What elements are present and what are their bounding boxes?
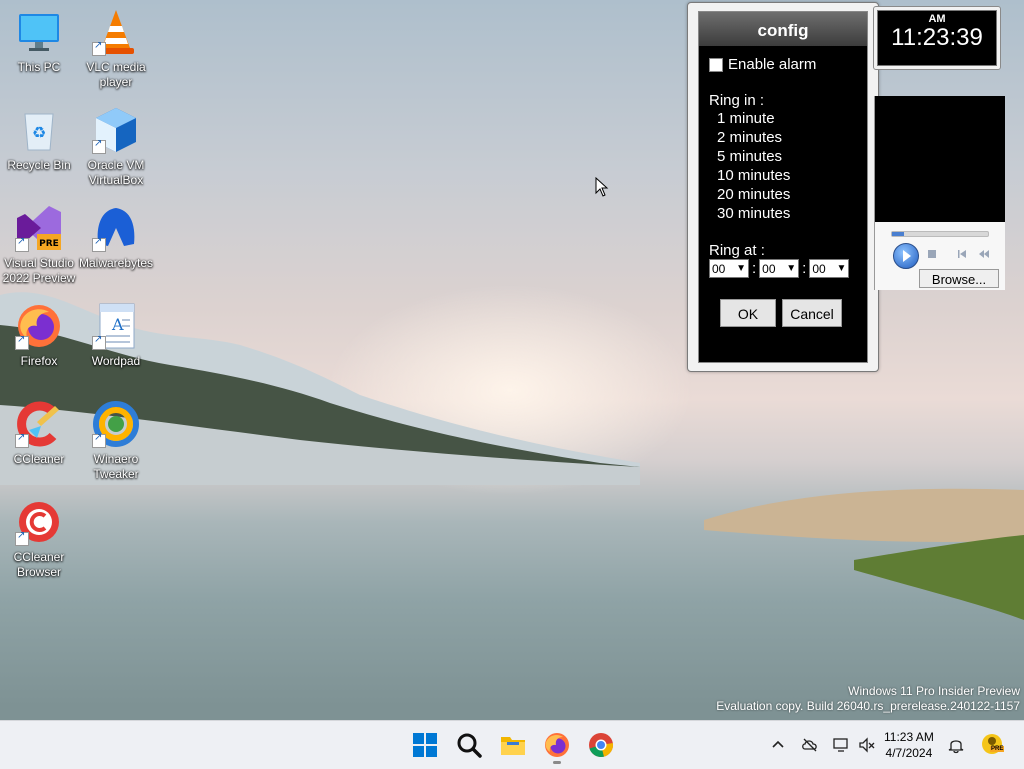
enable-alarm-checkbox-row[interactable]: Enable alarm: [709, 56, 857, 73]
shortcut-arrow-icon: [15, 530, 29, 546]
enable-alarm-checkbox[interactable]: [709, 57, 723, 72]
shortcut-arrow-icon: [92, 236, 106, 252]
onedrive-offline-icon[interactable]: [801, 736, 819, 754]
malwarebytes-icon: [92, 204, 140, 252]
desktop-icon-this-pc[interactable]: This PC: [0, 8, 78, 75]
ring-at-label: Ring at :: [709, 242, 765, 259]
ccleaner-browser-icon: [15, 498, 63, 546]
chevron-down-icon: ▼: [786, 263, 797, 274]
monitor-icon: [15, 8, 63, 56]
desktop-icon-wordpad[interactable]: A Wordpad: [77, 302, 155, 369]
taskbar-clock[interactable]: 11:23 AM 4/7/2024: [884, 729, 934, 761]
minute-select[interactable]: 00 ▼: [759, 259, 800, 278]
network-icon[interactable]: [832, 736, 850, 754]
visual-studio-icon: PRE: [15, 204, 63, 252]
ring-in-option[interactable]: 2 minutes: [709, 128, 857, 147]
landscape-shore: [704, 488, 1024, 620]
shortcut-arrow-icon: [15, 432, 29, 448]
cancel-button[interactable]: Cancel: [782, 299, 842, 327]
desktop-icon-winaero-tweaker[interactable]: Winaero Tweaker: [77, 400, 155, 482]
config-title: config: [699, 12, 867, 46]
watermark-line-2: Evaluation copy. Build 26040.rs_prerelea…: [716, 699, 1020, 713]
clock-time: 11:23:39: [891, 24, 983, 51]
chevron-down-icon: ▼: [836, 263, 847, 274]
ok-button[interactable]: OK: [720, 299, 776, 327]
desktop-icon-ccleaner-browser[interactable]: CCleaner Browser: [0, 498, 78, 580]
mouse-cursor-icon: [595, 177, 609, 197]
shortcut-arrow-icon: [15, 334, 29, 350]
desktop-icon-virtualbox[interactable]: Oracle VM VirtualBox: [77, 106, 155, 188]
seek-progress: [892, 232, 904, 236]
shortcut-arrow-icon: [92, 138, 106, 154]
ring-in-option[interactable]: 5 minutes: [709, 147, 857, 166]
ring-in-option[interactable]: 10 minutes: [709, 166, 857, 185]
svg-text:♻: ♻: [32, 123, 46, 142]
svg-text:A: A: [111, 315, 124, 334]
ring-in-label: Ring in :: [709, 92, 765, 109]
shortcut-arrow-icon: [92, 40, 106, 56]
svg-text:PRE: PRE: [39, 239, 59, 249]
virtualbox-cube-icon: [92, 106, 140, 154]
insider-badge-label: PRE: [990, 746, 1005, 752]
time-separator: :: [802, 260, 807, 277]
active-app-indicator: [553, 761, 561, 764]
desktop-icon-ccleaner[interactable]: CCleaner: [0, 400, 78, 467]
chrome-icon[interactable]: [587, 731, 615, 759]
time-separator: :: [752, 260, 757, 277]
desktop-icon-vlc[interactable]: VLC media player: [77, 8, 155, 90]
clock-widget: AM 11:23:39: [877, 10, 997, 66]
play-button[interactable]: [893, 243, 919, 269]
taskbar: 11:23 AM 4/7/2024 PRE: [0, 720, 1024, 769]
winaero-tweaker-icon: [92, 400, 140, 448]
shortcut-arrow-icon: [92, 334, 106, 350]
ring-in-option[interactable]: 30 minutes: [709, 204, 857, 223]
file-explorer-icon[interactable]: [499, 731, 527, 759]
ccleaner-icon: [15, 400, 63, 448]
windows-start-icon[interactable]: [411, 731, 439, 759]
rewind-icon[interactable]: [979, 249, 989, 259]
browse-button[interactable]: Browse...: [919, 269, 999, 288]
clock-widget-frame: AM 11:23:39: [873, 6, 1001, 70]
notification-bell-icon[interactable]: [947, 736, 965, 754]
second-select[interactable]: 00 ▼: [809, 259, 850, 278]
volume-muted-icon[interactable]: [858, 736, 876, 754]
shortcut-arrow-icon: [15, 236, 29, 252]
ring-in-option[interactable]: 20 minutes: [709, 185, 857, 204]
windows-watermark: Windows 11 Pro Insider Preview Evaluatio…: [716, 684, 1020, 714]
seek-bar[interactable]: [891, 231, 989, 237]
wordpad-icon: A: [92, 302, 140, 350]
chevron-down-icon: ▼: [736, 263, 746, 274]
recycle-bin-icon: ♻: [15, 106, 63, 154]
taskbar-date: 4/7/2024: [885, 746, 933, 760]
taskbar-time: 11:23 AM: [884, 730, 934, 744]
hour-select[interactable]: 00 ▼: [709, 259, 749, 278]
vlc-cone-icon: [92, 8, 140, 56]
enable-alarm-label: Enable alarm: [728, 56, 817, 73]
config-window-frame: config Enable alarm Ring in : 1 minute 2…: [687, 2, 879, 372]
media-player: Browse...: [874, 96, 1005, 290]
ring-in-option[interactable]: 1 minute: [709, 109, 857, 128]
search-icon[interactable]: [455, 731, 483, 759]
stop-icon[interactable]: [927, 249, 937, 259]
insider-preview-badge[interactable]: PRE: [981, 733, 1005, 755]
desktop-icon-malwarebytes[interactable]: Malwarebytes: [77, 204, 155, 271]
firefox-icon: [15, 302, 63, 350]
shortcut-arrow-icon: [92, 432, 106, 448]
desktop-icon-visual-studio[interactable]: PRE Visual Studio 2022 Preview: [0, 204, 78, 286]
config-window: config Enable alarm Ring in : 1 minute 2…: [698, 11, 868, 363]
desktop-icon-recycle-bin[interactable]: ♻ Recycle Bin: [0, 106, 78, 173]
watermark-line-1: Windows 11 Pro Insider Preview: [848, 684, 1020, 698]
chevron-up-icon[interactable]: [769, 736, 787, 754]
firefox-taskbar-icon[interactable]: [543, 731, 571, 759]
desktop-icon-firefox[interactable]: Firefox: [0, 302, 78, 369]
previous-track-icon[interactable]: [957, 249, 967, 259]
video-area: [875, 96, 1005, 222]
